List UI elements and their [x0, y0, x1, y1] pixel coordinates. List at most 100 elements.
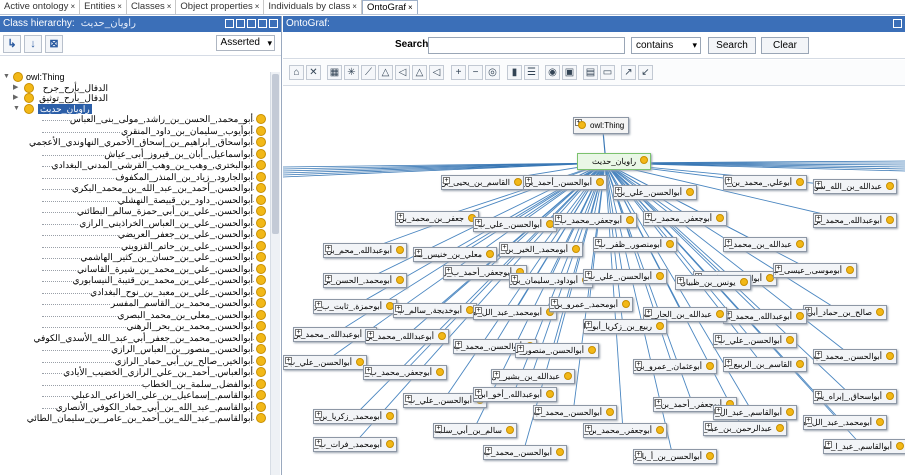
graph-node[interactable]: + يونس_بن_ظبيان: [675, 275, 751, 290]
graph-node[interactable]: +أبوالحسن,_علي_ب_ن_محمد_البرقي: [713, 333, 797, 348]
pin-icon[interactable]: [236, 19, 245, 28]
expand-icon[interactable]: +: [815, 391, 822, 398]
expand-icon[interactable]: +: [405, 395, 412, 402]
graph-node[interactable]: +أبوخديجة,_سالم_ب_ن_مكرم_الجمال: [393, 303, 477, 318]
tree-item-tawthiq[interactable]: ▶ الدفال_بأرح_توثيق: [0, 93, 270, 104]
horizontal-directed-icon[interactable]: ◁: [429, 65, 444, 80]
tree-item-narrator[interactable]: أبواسحاق,_ابراهيم_بن_إسحاق_الأحمري_النها…: [0, 137, 270, 149]
expand-icon[interactable]: +: [295, 329, 302, 336]
graph-node[interactable]: +أبوالحسن,_علي_ب_ن_أبي_محمد_العراق...: [473, 217, 557, 232]
tree-item-narrator[interactable]: أبوالقاسم,_إسماعيل_بن_علي_الخزاعي_الدعبل…: [0, 390, 270, 402]
camera-icon[interactable]: ◉: [545, 65, 560, 80]
expand-icon[interactable]: +: [443, 177, 450, 184]
expand-icon[interactable]: +: [715, 335, 722, 342]
expand-icon[interactable]: +: [585, 425, 592, 432]
tab-active-ontology[interactable]: Active ontology ×: [0, 0, 81, 14]
graph-node-owl-thing[interactable]: +owl:Thing: [573, 117, 630, 134]
graph-node[interactable]: +أبوالحسن,_محمد_ب_ن_جعفر_أبي_عب...: [533, 405, 617, 420]
tree-item-narrator[interactable]: أبوالحسن,_منصور_بن_العباس_الرازي: [0, 344, 270, 356]
search-input[interactable]: [428, 37, 625, 54]
tree-item-narrator[interactable]: أبوالحسن,_علي_بن_محمد_بن_قتيبة_النيسابور…: [0, 275, 270, 287]
expand-icon[interactable]: +: [825, 441, 832, 448]
graph-node[interactable]: +أبوجعفر,_محمد_ب_ن_علي_الشلمغاني: [553, 213, 637, 228]
expand-icon[interactable]: +: [715, 407, 722, 414]
graph-node[interactable]: +أبومحمد,_عمرو_بن_ثوبة_الصنعاني: [549, 297, 633, 312]
expand-icon[interactable]: +: [511, 275, 518, 282]
graph-node[interactable]: +أبوالقاسم,_عبد_ال_له_بن_أحمد...: [713, 405, 797, 420]
tree-item-narrator[interactable]: أبوالحسن,_علي_بن_حسان_بن_كثير_الهاشمي: [0, 252, 270, 264]
tab-entities[interactable]: Entities ×: [80, 0, 127, 14]
open-folder-icon[interactable]: ▭: [600, 65, 615, 80]
graph-node[interactable]: +سالم_بن_أبي_سلمة_الكندي: [433, 423, 517, 438]
graph-node[interactable]: +أبوالقاسم,_عبد_ا_لله...: [823, 439, 905, 454]
graph-node[interactable]: +أبوالحسن,_أحمد_بن_عبد_الله...: [523, 175, 607, 190]
tree-item-narrator[interactable]: أبوالحسن,_محمد_بن_جعفر_أبي_عبد_الله_الأس…: [0, 332, 270, 345]
graph-node[interactable]: +أبوالحسن,_محمد_ب_ن_علي_الربعي: [813, 349, 897, 364]
tree-item-jarh[interactable]: ▶ الدفال_بأرح_جرح: [0, 82, 270, 94]
graph-node[interactable]: +أبوداود,_سليمان_بن_عمرو_النخعي: [509, 273, 593, 288]
tab-individuals-by-class[interactable]: Individuals by class ×: [264, 0, 362, 14]
close-icon[interactable]: ×: [352, 2, 357, 11]
expand-icon[interactable]: +: [615, 187, 622, 194]
graph-node[interactable]: +القاسم_بن_الربيع_الصحاف: [723, 357, 807, 372]
expand-icon[interactable]: +: [325, 245, 332, 252]
tree-item-narrator[interactable]: أبوالحسن,_علي_بن_أبي_حمزة_سالم_البطائني: [0, 206, 270, 218]
graph-node[interactable]: +أبوعبدالله,_محمد_بن_عيسى_بن_عبيد...: [365, 329, 449, 344]
expand-icon[interactable]: +: [395, 305, 402, 312]
float-icon[interactable]: [893, 19, 902, 28]
graph-node[interactable]: +أبوحمزة,_ثابت_ب_ن_دينار_أبي_صفي...: [313, 299, 397, 314]
expand-icon[interactable]: +: [805, 417, 812, 424]
tree-item-narrator[interactable]: أبوالحسن,_علي_بن_معبد_بن_نوح_البغدادي: [0, 286, 270, 299]
expand-icon[interactable]: +: [493, 371, 500, 378]
expand-icon[interactable]: +: [705, 423, 712, 430]
close-icon[interactable]: ×: [167, 2, 172, 11]
graph-node[interactable]: +أبومحمد,_عبد_الل_ه_بن_محمد_بن...: [473, 305, 557, 320]
graph-node[interactable]: +أبوالحسن,_منصور_ب_ن_العباس_الراز...: [515, 343, 599, 358]
tree-item-narrator[interactable]: أبوأيوب,_سليمان_بن_داود_المنقري: [0, 125, 270, 138]
expand-icon[interactable]: +: [325, 275, 332, 282]
tree-item-narrator[interactable]: أبوالبختري,_وهب_بن_وهب_القرشي_المدني_الب…: [0, 160, 270, 172]
expand-icon[interactable]: +: [455, 341, 462, 348]
expand-icon[interactable]: +: [397, 213, 404, 220]
tree-item-narrator[interactable]: أبوالحسن,_محمد_بن_القاسم_المفسر: [0, 298, 270, 310]
float-icon[interactable]: [258, 19, 267, 28]
expand-icon[interactable]: ▶: [13, 93, 21, 104]
expand-icon[interactable]: +: [585, 271, 592, 278]
expand-icon[interactable]: +: [815, 215, 822, 222]
clear-button[interactable]: Clear: [761, 37, 809, 54]
close-icon[interactable]: [269, 19, 278, 28]
expand-icon[interactable]: +: [645, 309, 652, 316]
expand-icon[interactable]: +: [595, 239, 602, 246]
graph-node[interactable]: +أبوعلي,_محمد_بن_الأش_..._القزان_بن_الأح…: [723, 175, 807, 190]
expand-icon[interactable]: +: [677, 277, 684, 284]
search-button[interactable]: Search: [708, 37, 756, 54]
graph-node[interactable]: +أبوالحسن_بن_أ_با_ن_الأشل: [633, 449, 717, 464]
tree-item-narrator[interactable]: أبو_محمد,_الحسن_بن_راشد,_مولى_بنى_العباس: [0, 114, 270, 126]
tree-item-owl-thing[interactable]: ▼ owl:Thing: [0, 72, 270, 83]
graph-node[interactable]: +عبدالله_بن_محمد_الشامي_الدمشق...: [723, 237, 807, 252]
graph-node[interactable]: +أبومنصور,_ظفر_ب_ن_حمدون_بن_شداد...: [593, 237, 677, 252]
tree-item-narrator[interactable]: أبوالجارود,_زياد_بن_المنذر_المكفوف: [0, 171, 270, 184]
collapse-icon[interactable]: ▼: [13, 104, 21, 115]
tree-item-narrator[interactable]: أبوالحسن,_محمد_بن_بحر_الرهني: [0, 321, 270, 333]
graph-node[interactable]: +أبوعبدالله,_محم_بن_جعفر_جمهور_العم...: [323, 243, 407, 258]
tree-item-narrator[interactable]: أبوالحسن,_معلي_بن_محمد_البصري: [0, 309, 270, 322]
arc-types-icon[interactable]: ☰: [524, 65, 539, 80]
graph-node[interactable]: +جعفر_بن_محمد_بن_كوفي_العزاري: [395, 211, 479, 226]
graph-node[interactable]: +أبوعبدالله,_محمد_بن_الحسن_العمي...: [723, 309, 807, 324]
graph-node[interactable]: +أبومحمد,_الحسن_بن_راشد_الطفاوي...: [323, 273, 407, 288]
save-icon[interactable]: ▤: [583, 65, 598, 80]
tree-item-narrator[interactable]: أبوالحسن,_علي_بن_جعفر_العريضي: [0, 229, 270, 241]
expand-icon[interactable]: +: [501, 244, 508, 251]
radial-layout-icon[interactable]: ✳: [344, 65, 359, 80]
tree-item-narrator[interactable]: أبوالقاسم,_عبد_الله_بن_أبي_حماد_الكوفي_ا…: [0, 401, 270, 414]
expand-icon[interactable]: +: [315, 411, 322, 418]
graph-canvas[interactable]: +القاسم_بن_يحيى_بن_الحسن_بن_راشد...+أبوا…: [283, 87, 905, 475]
tree-item-narrator[interactable]: أبوالحسن,_علي_بن_حاتم_القزويني: [0, 240, 270, 253]
match-mode-select[interactable]: contains: [631, 37, 701, 54]
graph-node[interactable]: +ربيع_بن_زكريا_أبو_الوراق: [583, 319, 667, 334]
expand-icon[interactable]: +: [367, 331, 374, 338]
graph-node[interactable]: +أبوالحسن,_علي_ب_ن_أبي_حمزة_سالم...: [583, 269, 667, 284]
expand-icon[interactable]: +: [725, 359, 732, 366]
expand-icon[interactable]: +: [445, 267, 452, 274]
